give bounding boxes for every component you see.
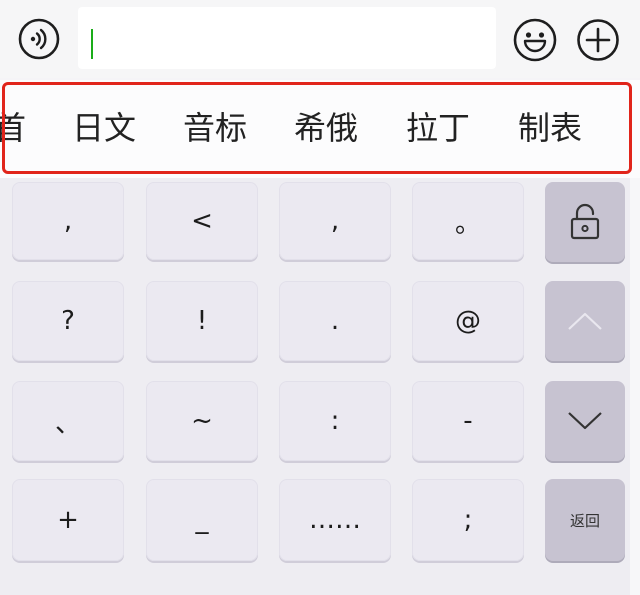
symbol-key[interactable]: + [12, 479, 124, 561]
symbol-key-label: , [63, 206, 73, 236]
symbol-key[interactable]: ; [412, 479, 524, 561]
voice-input-button[interactable] [18, 18, 60, 60]
back-button[interactable]: 返回 [545, 479, 625, 561]
emoji-button[interactable] [512, 17, 558, 63]
page-up-button[interactable] [545, 281, 625, 361]
symbol-key-label: ~ [191, 406, 213, 436]
plus-circle-icon [577, 19, 619, 61]
category-tab-box-drawing[interactable]: 制表 [518, 108, 582, 148]
symbol-key[interactable]: 。 [412, 182, 524, 260]
category-tab-phonetic[interactable]: 音标 [183, 108, 247, 148]
symbol-key[interactable]: ? [12, 281, 124, 361]
symbol-key-label: ? [61, 306, 75, 336]
symbol-key[interactable]: : [279, 381, 391, 461]
screen-edge [630, 178, 640, 595]
symbol-key[interactable]: , [279, 182, 391, 260]
category-tab-japanese[interactable]: 日文 [72, 108, 136, 148]
back-button-label: 返回 [569, 511, 600, 530]
symbol-key[interactable]: , [12, 182, 124, 260]
symbol-key[interactable]: ~ [146, 381, 258, 461]
symbol-key-label: , [330, 206, 340, 236]
text-caret [91, 29, 93, 59]
category-tab-latin[interactable]: 拉丁 [406, 108, 470, 148]
symbol-key-label: < [191, 206, 213, 236]
more-functions-button[interactable] [576, 18, 620, 62]
input-toolbar [0, 0, 640, 78]
message-input[interactable] [78, 7, 496, 69]
symbol-key[interactable]: . [279, 281, 391, 361]
symbol-key-label: @ [455, 306, 481, 336]
chevron-down-icon [568, 412, 602, 430]
lock-open-icon [570, 203, 600, 240]
symbol-key-label: . [330, 306, 340, 336]
symbol-category-strip[interactable]: 首 日文 音标 希俄 拉丁 制表 [0, 80, 640, 178]
lock-toggle-button[interactable] [545, 182, 625, 262]
symbol-key-label: …… [309, 505, 361, 535]
symbol-category-bar: 首 日文 音标 希俄 拉丁 制表 [0, 80, 640, 178]
symbol-key[interactable]: 、 [12, 381, 124, 461]
symbol-key[interactable]: _ [146, 479, 258, 561]
voice-input-icon [18, 18, 60, 60]
symbol-keyboard: , < , 。 ? ! . @ 、 ~ : - + _ …… ; 返回 [0, 178, 640, 595]
category-tab-greek-russian[interactable]: 希俄 [294, 108, 358, 148]
symbol-key-label: _ [195, 505, 209, 535]
symbol-key-label: - [463, 406, 473, 436]
symbol-key[interactable]: < [146, 182, 258, 260]
symbol-key-label: ; [463, 505, 473, 535]
symbol-key[interactable]: @ [412, 281, 524, 361]
chevron-up-icon [568, 312, 602, 330]
symbol-key[interactable]: - [412, 381, 524, 461]
symbol-key-label: + [57, 505, 79, 535]
symbol-key-label: 。 [454, 208, 481, 239]
symbol-key[interactable]: ! [146, 281, 258, 361]
symbol-key[interactable]: …… [279, 479, 391, 561]
symbol-key-label: : [330, 406, 340, 436]
emoji-icon [513, 18, 557, 62]
category-tab-partial[interactable]: 首 [0, 108, 26, 148]
page-down-button[interactable] [545, 381, 625, 461]
symbol-key-label: ! [196, 306, 208, 336]
symbol-key-label: 、 [54, 408, 81, 439]
